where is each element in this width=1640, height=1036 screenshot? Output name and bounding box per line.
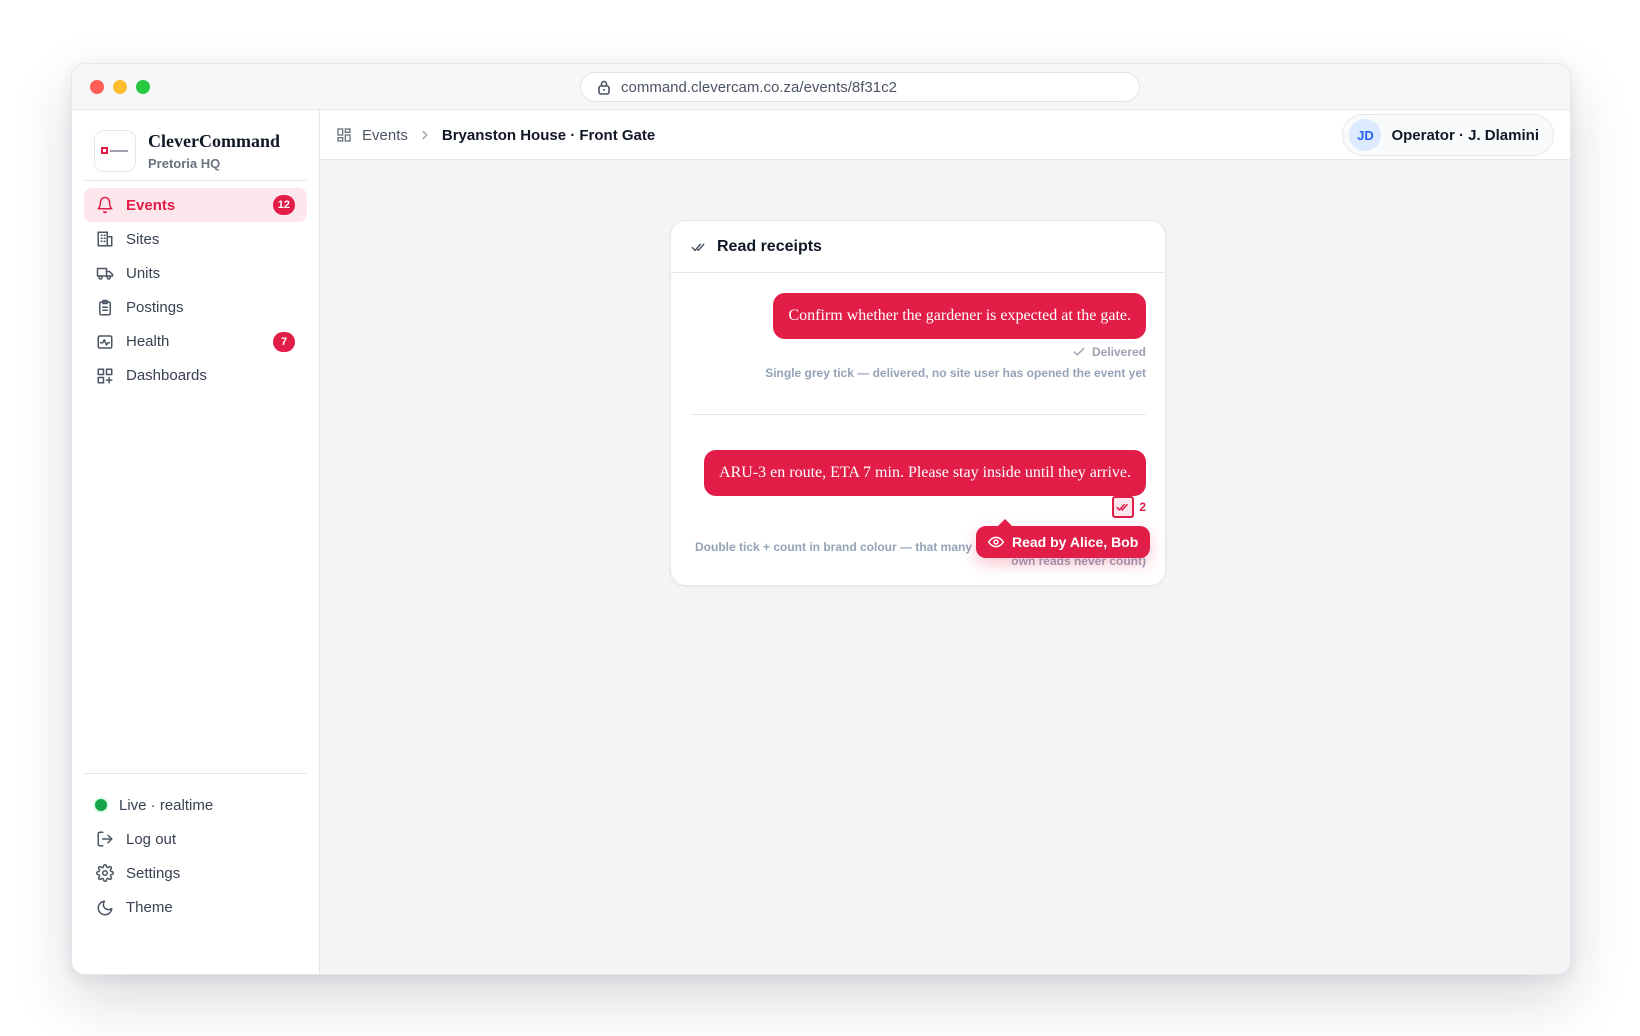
sidebar-item-health[interactable]: Health 7 [84, 325, 307, 359]
gear-icon [96, 864, 114, 883]
logout-icon [97, 831, 113, 847]
brand: CleverCommand Pretoria HQ [94, 130, 280, 172]
sidebar-item-dashboards[interactable]: Dashboards [84, 359, 307, 393]
avatar: JD [1349, 119, 1382, 151]
card-divider [690, 414, 1146, 415]
sidebar-item-units[interactable]: Units [84, 256, 307, 290]
moon-icon [97, 900, 113, 916]
main-content: Events Bryanston House · Front Gate JD O… [320, 110, 1570, 974]
sidebar-nav: Events 12 Sites Units Postings Health 7 [84, 188, 307, 393]
logout-label: Log out [126, 830, 177, 848]
live-status-label: Live · realtime [119, 796, 214, 814]
sidebar-item-postings[interactable]: Postings [84, 291, 307, 325]
user-label: Operator · J. Dlamini [1391, 126, 1539, 144]
activity-icon [97, 335, 113, 349]
url-text: command.clevercam.co.za/events/8f31c2 [621, 78, 897, 96]
maximize-window-button[interactable] [136, 80, 150, 94]
sidebar-item-label: Dashboards [126, 367, 207, 385]
double-check-icon [1112, 496, 1135, 518]
address-bar[interactable]: command.clevercam.co.za/events/8f31c2 [580, 72, 1140, 102]
lock-icon [598, 80, 610, 95]
dashboard-grid-icon [97, 368, 113, 384]
card-title: Read receipts [717, 237, 822, 255]
brand-name: CleverCommand [148, 131, 280, 151]
truck-icon [96, 268, 114, 281]
breadcrumb-current: Bryanston House · Front Gate [441, 126, 656, 144]
settings-button[interactable]: Settings [84, 856, 307, 890]
minimize-window-button[interactable] [113, 80, 127, 94]
message-bubble: Confirm whether the gardener is expected… [773, 293, 1146, 339]
card-header: Read receipts [671, 221, 1165, 273]
delivery-status-label: Delivered [1091, 345, 1146, 359]
single-check-icon [1073, 347, 1085, 356]
live-status: Live · realtime [84, 788, 307, 822]
sidebar: CleverCommand Pretoria HQ Events 12 Site… [72, 110, 320, 974]
read-count: 2 [1139, 500, 1146, 514]
user-menu[interactable]: JD Operator · J. Dlamini [1342, 114, 1554, 156]
theme-label: Theme [126, 899, 173, 917]
bell-icon [97, 196, 113, 214]
message-bubble: ARU-3 en route, ETA 7 min. Please stay i… [704, 450, 1146, 496]
building-icon [97, 231, 113, 247]
eye-icon [988, 536, 1004, 548]
events-count-badge: 12 [272, 195, 295, 215]
top-bar: Events Bryanston House · Front Gate JD O… [320, 110, 1570, 160]
sidebar-divider [84, 180, 307, 181]
browser-window: command.clevercam.co.za/events/8f31c2 Cl… [71, 63, 1571, 975]
live-status-dot [95, 799, 107, 811]
title-bar: command.clevercam.co.za/events/8f31c2 [72, 64, 1570, 110]
sidebar-item-label: Postings [126, 299, 184, 317]
read-receipts-card: Read receipts Confirm whether the garden… [670, 220, 1166, 586]
read-by-tooltip: Read by Alice, Bob [976, 519, 1151, 558]
close-window-button[interactable] [90, 80, 104, 94]
receipt-explanation: Single grey tick — delivered, no site us… [765, 366, 1146, 380]
double-check-icon [691, 243, 705, 251]
breadcrumb: Events Bryanston House · Front Gate [336, 110, 655, 160]
grid-icon [337, 128, 351, 142]
health-count-badge: 7 [273, 331, 295, 352]
sidebar-item-label: Sites [126, 230, 160, 248]
breadcrumb-events-link[interactable]: Events [362, 127, 408, 144]
sidebar-bottom-nav: Live · realtime Log out Settings Theme [84, 788, 307, 925]
receipt-explanation: Double tick + count in brand colour — th… [695, 540, 983, 554]
sidebar-bottom-divider [84, 773, 307, 774]
sidebar-item-events[interactable]: Events 12 [84, 188, 307, 222]
logout-button[interactable]: Log out [84, 822, 307, 856]
chevron-right-icon [422, 130, 428, 140]
brand-logo [94, 130, 136, 172]
read-receipt-indicator[interactable]: 2 [1112, 496, 1146, 518]
theme-toggle[interactable]: Theme [84, 891, 307, 925]
settings-label: Settings [126, 864, 181, 882]
sidebar-item-label: Units [126, 264, 161, 282]
sidebar-item-sites[interactable]: Sites [84, 222, 307, 256]
brand-subtitle: Pretoria HQ [148, 156, 221, 171]
read-by-label: Read by Alice, Bob [1012, 534, 1139, 550]
delivery-status: Delivered [1072, 345, 1146, 359]
clipboard-icon [99, 299, 111, 316]
